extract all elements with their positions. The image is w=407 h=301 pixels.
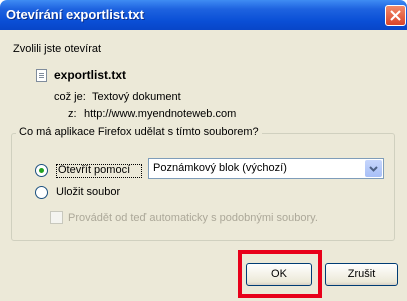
- chevron-down-icon: [369, 166, 378, 172]
- intro-text: Zvolili jste otevírat: [13, 43, 102, 55]
- file-type-label: což je:: [54, 91, 86, 103]
- auto-action-checkbox[interactable]: [50, 211, 63, 224]
- highlight-box: [238, 250, 322, 298]
- open-with-radio[interactable]: [35, 164, 48, 177]
- dropdown-button[interactable]: [365, 160, 382, 177]
- file-source-label: z:: [68, 108, 77, 120]
- cancel-button[interactable]: Zrušit: [325, 263, 398, 286]
- file-source-value: http://www.myendnoteweb.com: [84, 108, 237, 120]
- auto-action-label: Provádět od teď automaticky s podobnými …: [68, 212, 318, 224]
- file-name: exportlist.txt: [54, 68, 127, 82]
- window-title: Otevírání exportlist.txt: [6, 7, 144, 22]
- save-file-label[interactable]: Uložit soubor: [56, 186, 120, 198]
- close-button[interactable]: [385, 5, 406, 26]
- action-group-legend: Co má aplikace Firefox udělat s tímto so…: [16, 126, 262, 138]
- file-type-value: Textový dokument: [92, 91, 181, 103]
- text-file-icon: [36, 69, 47, 82]
- open-with-label[interactable]: Otevřít pomocí: [58, 164, 130, 176]
- application-select[interactable]: Poznámkový blok (výchozí): [148, 158, 384, 179]
- title-bar: Otevírání exportlist.txt: [0, 0, 407, 30]
- application-select-value: Poznámkový blok (výchozí): [153, 162, 287, 174]
- save-file-radio[interactable]: [35, 186, 48, 199]
- close-icon: [390, 10, 401, 21]
